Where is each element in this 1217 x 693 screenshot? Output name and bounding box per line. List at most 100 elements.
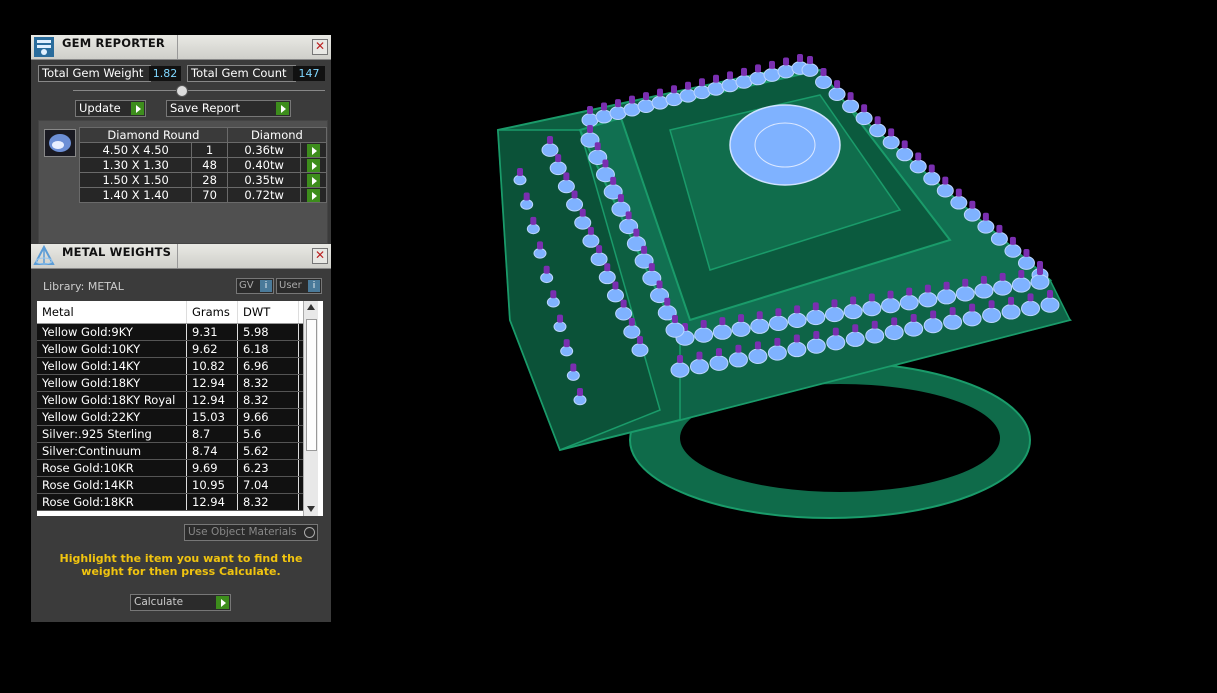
metal-grams: 10.95 <box>186 476 238 494</box>
gem-prong <box>547 136 553 144</box>
title-divider <box>177 35 178 59</box>
gem-prong <box>915 152 922 161</box>
table-row[interactable]: Rose Gold:18KR 12.94 8.32 <box>37 493 315 511</box>
table-row[interactable]: Rose Gold:10KR 9.69 6.23 <box>37 459 315 477</box>
gem-stone <box>541 143 559 157</box>
metal-table: Metal Grams DWT Yellow Gold:9KY 9.31 5.98 … <box>37 301 315 511</box>
gem-stone <box>982 307 1002 323</box>
table-row[interactable]: Yellow Gold:9KY 9.31 5.98 <box>37 323 315 341</box>
table-row[interactable]: Yellow Gold:18KY Royal 12.94 8.32 <box>37 391 315 409</box>
metal-dwt: 9.66 <box>237 408 299 426</box>
library-label: Library: METAL <box>43 280 124 293</box>
gem-stone <box>862 300 882 317</box>
table-row[interactable]: Silver:.925 Sterling 8.7 5.6 <box>37 425 315 443</box>
gem-prong <box>656 280 663 289</box>
gem-stone <box>974 283 994 299</box>
gv-library-button[interactable]: GV i <box>236 278 274 294</box>
gem-row[interactable]: 1.30 X 1.30 48 0.40tw <box>78 157 327 173</box>
gem-stone <box>787 312 807 329</box>
gem-reporter-icon <box>33 36 55 58</box>
gem-row-select-button[interactable] <box>300 157 327 173</box>
table-row[interactable]: Rose Gold:14KR 10.95 7.04 <box>37 476 315 494</box>
grams-column-header[interactable]: Grams <box>186 301 238 324</box>
gem-prong <box>1018 269 1025 278</box>
metal-weights-title: METAL WEIGHTS <box>62 245 172 259</box>
radio-icon[interactable] <box>304 527 315 538</box>
metal-name: Yellow Gold:9KY <box>37 323 187 341</box>
metal-column-header[interactable]: Metal <box>37 301 187 324</box>
gem-prong <box>537 241 543 250</box>
gem-stone <box>549 161 567 176</box>
save-report-button[interactable]: Save Report <box>166 100 291 117</box>
dwt-column-header[interactable]: DWT <box>237 301 299 324</box>
total-gem-count-label: Total Gem Count <box>187 65 296 82</box>
gem-prong <box>637 336 643 344</box>
metal-grams: 10.82 <box>186 357 238 375</box>
play-arrow-icon <box>307 174 321 187</box>
gem-row[interactable]: 1.50 X 1.50 28 0.35tw <box>78 172 327 188</box>
use-object-materials-option[interactable]: Use Object Materials <box>184 524 318 541</box>
gem-prong <box>982 212 989 221</box>
gem-row-select-button[interactable] <box>300 142 327 158</box>
scroll-thumb[interactable] <box>306 319 317 451</box>
gem-prong <box>901 140 908 149</box>
gem-prong <box>641 245 648 254</box>
scroll-up-icon[interactable] <box>307 304 315 310</box>
gem-prong <box>671 85 677 94</box>
scroll-down-icon[interactable] <box>307 506 315 512</box>
table-row[interactable]: Yellow Gold:14KY 10.82 6.96 <box>37 357 315 375</box>
gem-prong <box>783 57 789 66</box>
metal-name: Rose Gold:10KR <box>37 459 187 477</box>
info-icon: i <box>308 280 320 292</box>
splitter-handle[interactable] <box>176 85 188 97</box>
gem-prong <box>874 116 881 125</box>
metal-name: Rose Gold:14KR <box>37 476 187 494</box>
calculate-button[interactable]: Calculate <box>130 594 231 611</box>
table-row[interactable]: Yellow Gold:18KY 12.94 8.32 <box>37 374 315 392</box>
gem-reporter-title: GEM REPORTER <box>62 36 165 50</box>
table-row[interactable]: Silver:Continuum 8.74 5.62 <box>37 442 315 460</box>
gem-stone <box>566 370 580 381</box>
gem-prong <box>794 305 801 314</box>
metal-dwt: 6.18 <box>237 340 299 358</box>
gem-prong <box>1008 296 1015 305</box>
gem-stone <box>815 75 833 89</box>
gem-weight: 0.36tw <box>226 142 302 158</box>
metal-table-container[interactable]: Metal Grams DWT Yellow Gold:9KY 9.31 5.98 … <box>37 301 323 516</box>
update-button[interactable]: Update <box>75 100 146 117</box>
3d-ring-viewport[interactable] <box>450 20 1150 560</box>
center-diamond <box>729 104 841 186</box>
gem-row[interactable]: 4.50 X 4.50 1 0.36tw <box>78 142 327 158</box>
metal-name: Silver:.925 Sterling <box>37 425 187 443</box>
metal-table-scrollbar[interactable] <box>303 301 318 516</box>
gem-weight: 0.40tw <box>226 157 302 173</box>
close-icon[interactable]: ✕ <box>312 39 328 55</box>
gem-reporter-panel: GEM REPORTER ✕ Total Gem Weight 1.82 Tot… <box>31 35 331 247</box>
gem-reporter-titlebar[interactable]: GEM REPORTER ✕ <box>31 35 331 60</box>
instruction-text: Highlight the item you want to find the … <box>59 552 303 578</box>
close-icon[interactable]: ✕ <box>312 248 328 264</box>
gem-row[interactable]: 1.40 X 1.40 70 0.72tw <box>78 187 327 203</box>
user-library-button[interactable]: User i <box>276 278 322 294</box>
gem-stone <box>845 331 865 347</box>
gem-prong <box>812 302 819 311</box>
gem-prong <box>868 293 875 302</box>
gem-stone <box>557 179 575 194</box>
play-arrow-icon <box>307 189 321 202</box>
gem-prong <box>1037 267 1043 275</box>
gem-prong <box>594 142 601 151</box>
gem-stone <box>923 317 943 334</box>
gem-prong <box>1009 236 1016 245</box>
table-row[interactable]: Yellow Gold:10KY 9.62 6.18 <box>37 340 315 358</box>
total-gem-weight-label: Total Gem Weight <box>38 65 151 82</box>
gem-stone <box>936 183 954 198</box>
metal-name: Rose Gold:18KR <box>37 493 187 511</box>
gem-prong <box>775 308 782 317</box>
table-row[interactable]: Yellow Gold:22KY 15.03 9.66 <box>37 408 315 426</box>
gem-prong <box>715 348 722 357</box>
gem-prong <box>793 334 800 343</box>
gem-prong <box>672 315 678 323</box>
metal-weights-titlebar[interactable]: METAL WEIGHTS ✕ <box>31 244 331 269</box>
gem-row-select-button[interactable] <box>300 172 327 188</box>
gem-row-select-button[interactable] <box>300 187 327 203</box>
